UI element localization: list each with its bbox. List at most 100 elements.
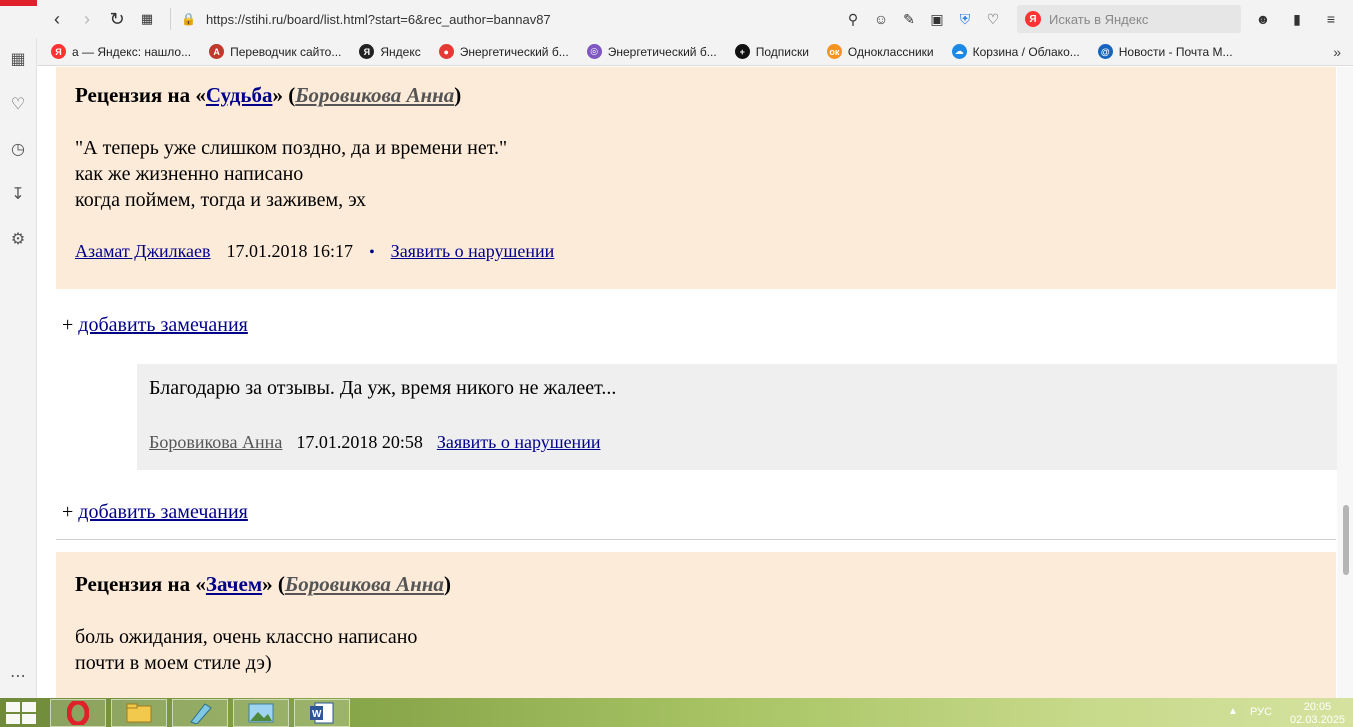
system-clock[interactable]: 20:05 02.03.2025: [1290, 701, 1345, 727]
reply-author-link[interactable]: Боровикова Анна: [149, 432, 282, 453]
downloads-icon[interactable]: ↧: [7, 183, 29, 205]
settings-gear-icon[interactable]: ⚙: [7, 228, 29, 250]
lock-icon: 🔒: [181, 12, 196, 26]
review-title-mid: » (: [262, 572, 285, 596]
review-title-prefix: Рецензия на «: [75, 572, 206, 596]
svg-text:W: W: [312, 709, 322, 720]
speed-dial-icon[interactable]: ▦: [7, 48, 29, 70]
review-meta: Азамат Джилкаев 17.01.2018 16:17 • Заяви…: [75, 241, 554, 262]
reviewer-link[interactable]: Азамат Джилкаев: [75, 241, 211, 262]
browser-sidebar: ▦ ♡ ◷ ↧ ⚙ ⋯: [0, 38, 37, 698]
reload-icon[interactable]: ↻: [102, 4, 132, 34]
yandex-search-input[interactable]: Я Искать в Яндекс: [1017, 5, 1241, 33]
favorites-heart-icon[interactable]: ♡: [7, 93, 29, 115]
windows-start-icon[interactable]: [6, 702, 36, 724]
scrollbar-thumb[interactable]: [1343, 505, 1349, 575]
review-title-mid: » (: [272, 83, 296, 107]
yandex-icon: Я: [1025, 11, 1041, 27]
notepad-taskbar-icon[interactable]: [172, 699, 228, 727]
author-reply: Благодарю за отзывы. Да уж, время никого…: [137, 364, 1337, 470]
plus-label: +: [62, 501, 79, 523]
review-line: боль ожидания, очень классно написано: [75, 626, 418, 648]
zoom-icon[interactable]: ⚲: [843, 9, 863, 29]
cloud-icon: ☁: [951, 44, 967, 59]
forward-icon[interactable]: ›: [72, 4, 102, 34]
opera-logo-strip: [0, 0, 37, 6]
bookmark-label: Подписки: [755, 44, 809, 59]
bookmark-label: Энергетический б...: [459, 44, 569, 59]
review-line: как же жизненно написано: [75, 163, 304, 185]
shield-icon[interactable]: ⛨: [955, 9, 975, 29]
menu-icon[interactable]: ≡: [1321, 9, 1341, 29]
toolbar-divider: [170, 8, 171, 30]
author-link[interactable]: Боровикова Анна: [285, 572, 444, 596]
tray-expand-icon[interactable]: ▲: [1228, 706, 1238, 717]
mail-icon: @: [1097, 44, 1113, 59]
image-viewer-taskbar-icon[interactable]: [233, 699, 289, 727]
add-remark-link[interactable]: добавить замечания: [78, 314, 248, 336]
bookmark-item[interactable]: @ Новости - Почта М...: [1097, 44, 1233, 59]
explorer-taskbar-icon[interactable]: [111, 699, 167, 727]
opera-taskbar-icon[interactable]: [50, 699, 106, 727]
review-title-suffix: ): [454, 83, 462, 107]
profile-icon[interactable]: ☻: [1253, 9, 1273, 29]
reply-text: Благодарю за отзывы. Да уж, время никого…: [149, 377, 617, 399]
bookmark-item[interactable]: Яа — Яндекс: нашло...: [51, 44, 191, 59]
bookmark-item[interactable]: ● Энергетический б...: [438, 44, 569, 59]
translator-icon: A: [209, 44, 225, 59]
review-card: Рецензия на «Зачем» (Боровикова Анна) бо…: [56, 552, 1336, 698]
emoji-icon[interactable]: ☺: [871, 9, 891, 29]
review-line: когда поймем, тогда и заживем, эх: [75, 189, 366, 211]
camera-icon[interactable]: ▣: [927, 9, 947, 29]
browser-toolbar: ‹ › ↻ ▦ 🔒 https://stihi.ru/board/list.ht…: [0, 0, 1353, 38]
clock-date: 02.03.2025: [1290, 714, 1346, 726]
bookmark-item[interactable]: A Переводчик сайто...: [209, 44, 341, 59]
bookmark-item[interactable]: ☁ Корзина / Облако...: [951, 44, 1080, 59]
language-indicator[interactable]: РУС: [1250, 706, 1272, 718]
back-icon[interactable]: ‹: [42, 4, 72, 34]
heart-icon[interactable]: ♡: [983, 9, 1003, 29]
yandex-icon: Я: [51, 44, 66, 59]
bookmark-label: Одноклассники: [847, 44, 934, 59]
bookmarks-more-icon[interactable]: »: [1333, 44, 1341, 60]
edit-icon[interactable]: ✎: [899, 9, 919, 29]
windows-taskbar: W ▲ РУС 20:05 02.03.2025: [0, 698, 1353, 727]
more-dots-icon[interactable]: ⋯: [7, 665, 29, 687]
tabs-grid-icon[interactable]: ▦: [132, 4, 162, 34]
review-line: "А теперь уже слишком поздно, да и време…: [75, 137, 508, 159]
bookmark-label: Энергетический б...: [607, 44, 717, 59]
bookmark-label: а — Яндекс: нашло...: [72, 44, 192, 59]
history-clock-icon[interactable]: ◷: [7, 138, 29, 160]
yandex-icon: Я: [359, 44, 375, 59]
poem-link[interactable]: Зачем: [206, 572, 262, 596]
poem-link[interactable]: Судьба: [206, 83, 273, 107]
reply-date: 17.01.2018 20:58: [296, 432, 423, 452]
bookmark-item[interactable]: + Подписки: [734, 44, 809, 59]
review-title-suffix: ): [443, 572, 451, 596]
plus-label: +: [62, 314, 79, 336]
report-violation-link[interactable]: Заявить о нарушении: [391, 241, 555, 262]
bookmark-item[interactable]: ◎ Энергетический б...: [586, 44, 717, 59]
reply-meta: Боровикова Анна 17.01.2018 20:58 Заявить…: [149, 432, 600, 453]
review-text: "А теперь уже слишком поздно, да и време…: [75, 135, 507, 213]
review-date: 17.01.2018 16:17: [226, 241, 354, 261]
reply-report-link[interactable]: Заявить о нарушении: [437, 432, 601, 453]
review-title-prefix: Рецензия на «: [75, 83, 206, 107]
url-text[interactable]: https://stihi.ru/board/list.html?start=6…: [206, 12, 551, 27]
scrollbar[interactable]: [1337, 67, 1353, 698]
bookmark-item[interactable]: ок Одноклассники: [826, 44, 934, 59]
battery-icon[interactable]: ▮: [1287, 9, 1307, 29]
plus-icon: +: [734, 44, 750, 59]
bookmarks-bar: Яа — Яндекс: нашло... A Переводчик сайто..…: [37, 38, 1353, 66]
bookmark-item[interactable]: Я Яндекс: [359, 44, 421, 59]
review-title: Рецензия на «Судьба» (Боровикова Анна): [75, 83, 461, 108]
bookmark-label: Яндекс: [380, 44, 421, 59]
add-remark: + добавить замечания: [62, 501, 248, 524]
add-remark-link[interactable]: добавить замечания: [78, 501, 248, 523]
bookmark-label: Корзина / Облако...: [972, 44, 1080, 59]
address-bar[interactable]: 🔒 https://stihi.ru/board/list.html?start…: [181, 12, 843, 27]
globe-icon: ◎: [586, 44, 602, 59]
review-line: почти в моем стиле дэ): [75, 652, 272, 674]
word-taskbar-icon[interactable]: W: [294, 699, 350, 727]
author-link[interactable]: Боровикова Анна: [295, 83, 454, 107]
